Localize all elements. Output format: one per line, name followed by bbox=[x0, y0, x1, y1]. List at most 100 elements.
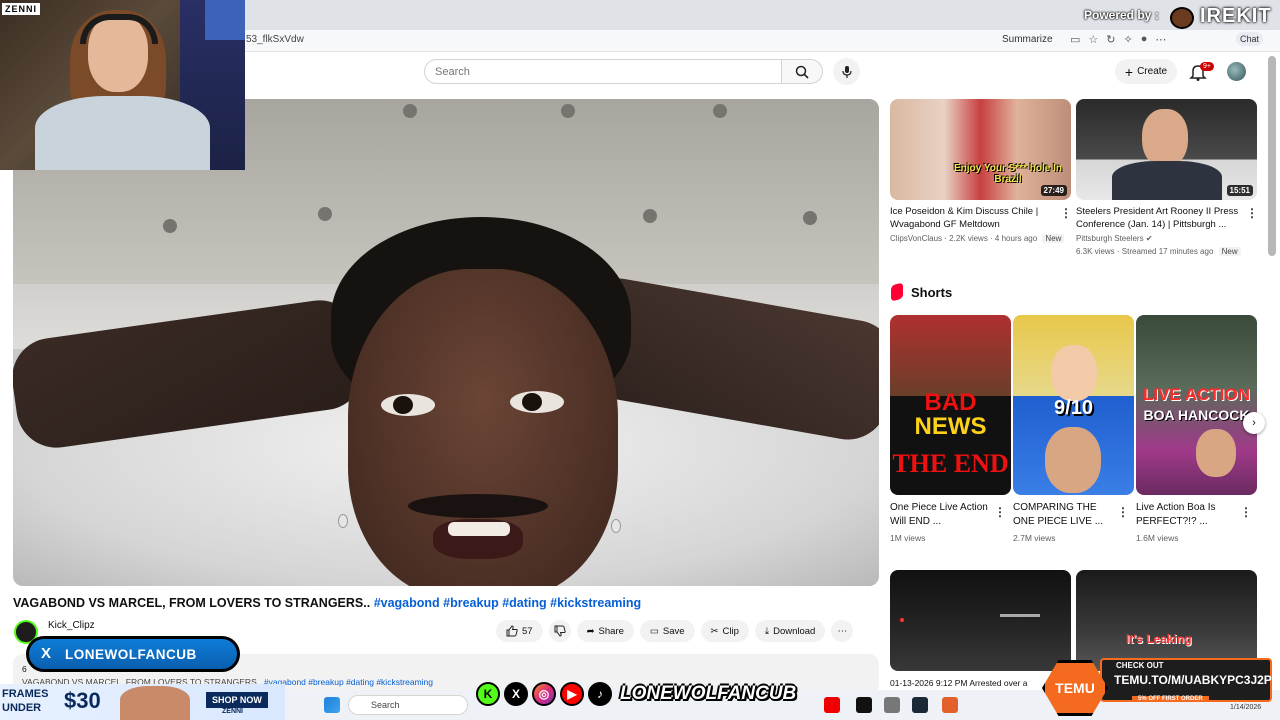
chat-button[interactable]: Chat bbox=[1236, 32, 1264, 46]
share-label: Share bbox=[598, 625, 624, 637]
short-thumb-text-3: THE END bbox=[892, 449, 1009, 478]
download-label: Download bbox=[773, 625, 816, 637]
video-title-hashtags[interactable]: #vagabond #breakup #dating #kickstreamin… bbox=[374, 596, 641, 610]
like-button[interactable]: 57 bbox=[496, 620, 543, 642]
save-button[interactable]: ▭ Save bbox=[639, 620, 695, 642]
netflix-app-icon[interactable] bbox=[856, 697, 872, 713]
clip-button[interactable]: ✂ Clip bbox=[700, 620, 749, 642]
reader-icon[interactable]: ▭ bbox=[1070, 33, 1080, 46]
more-actions-button[interactable]: ⋯ bbox=[831, 620, 854, 642]
related-video-title[interactable]: 01-13-2026 9:12 PM Arrested over a bbox=[890, 678, 1028, 688]
extension-icon[interactable]: ✧ bbox=[1124, 33, 1133, 46]
clip-label: Clip bbox=[722, 625, 739, 637]
related-video-thumbnail[interactable]: Enjoy Your S*** hole In Brazil 27:49 bbox=[890, 99, 1071, 200]
headboard-tuft bbox=[643, 209, 657, 223]
taskbar-search[interactable]: Search bbox=[348, 695, 468, 715]
short-title[interactable]: COMPARING THE ONE PIECE LIVE ... bbox=[1013, 501, 1113, 529]
share-button[interactable]: ➦ Share bbox=[576, 620, 634, 642]
steam-app-icon[interactable] bbox=[912, 697, 928, 713]
short-thumbnail[interactable]: LIVE ACTION BOA HANCOCK bbox=[1136, 315, 1257, 495]
short-title[interactable]: One Piece Live Action Will END ... bbox=[890, 501, 990, 529]
headboard-tuft bbox=[803, 211, 817, 225]
frames-ad-text-1: FRAMES bbox=[2, 688, 49, 700]
more-vertical-icon[interactable]: ⋮ bbox=[994, 505, 1006, 519]
search-input[interactable] bbox=[425, 60, 781, 83]
summarize-button[interactable]: Summarize bbox=[1002, 34, 1053, 45]
short-thumbnail[interactable]: BAD NEWS THE END bbox=[890, 315, 1011, 495]
create-button[interactable]: + Create bbox=[1115, 59, 1177, 84]
related-video-meta: 6.3K views · Streamed 17 minutes ago New bbox=[1076, 247, 1241, 256]
thumbnail-overlay-text: It's Leaking bbox=[1126, 632, 1192, 646]
new-badge: New bbox=[1218, 247, 1241, 256]
windows-start-icon[interactable] bbox=[324, 697, 340, 713]
plus-icon: + bbox=[1124, 63, 1134, 80]
search-button[interactable] bbox=[781, 59, 823, 84]
more-vertical-icon[interactable]: ⋮ bbox=[1246, 206, 1258, 220]
right-eye bbox=[510, 391, 564, 413]
notification-count-badge: 9+ bbox=[1200, 62, 1214, 71]
temu-url: TEMU.TO/M/UABKYPC3J2P bbox=[1114, 673, 1272, 687]
kick-icon: K bbox=[476, 682, 500, 706]
views-and-age: 6.3K views · Streamed 17 minutes ago bbox=[1076, 247, 1214, 256]
shorts-heading: Shorts bbox=[891, 282, 953, 302]
shorts-label: Shorts bbox=[911, 284, 953, 300]
teeth bbox=[448, 522, 510, 536]
shop-now-button[interactable]: SHOP NOW bbox=[206, 692, 268, 708]
profile-icon[interactable]: ● bbox=[1141, 33, 1148, 46]
headboard-tuft bbox=[163, 219, 177, 233]
headboard-tuft bbox=[713, 104, 727, 118]
save-label: Save bbox=[662, 625, 685, 637]
related-video-title[interactable]: Ice Poseidon & Kim Discuss Chile | Wvaga… bbox=[890, 205, 1058, 231]
channel-name[interactable]: Pittsburgh Steelers bbox=[1076, 234, 1144, 243]
download-button[interactable]: ⤓ Download bbox=[754, 620, 826, 642]
download-icon: ⤓ bbox=[764, 625, 770, 637]
url-text[interactable]: 53_flkSxVdw bbox=[246, 34, 304, 45]
taskbar-search-label: Search bbox=[371, 700, 400, 710]
more-vertical-icon[interactable]: ⋮ bbox=[1060, 206, 1072, 220]
related-video-title[interactable]: Steelers President Art Rooney II Press C… bbox=[1076, 205, 1246, 231]
right-earring bbox=[611, 519, 621, 533]
star-icon[interactable]: ☆ bbox=[1088, 33, 1098, 46]
x-icon: X bbox=[504, 682, 528, 706]
irekit-logo: IREKIT bbox=[1200, 5, 1272, 27]
actor-face bbox=[1045, 427, 1101, 493]
more-vertical-icon[interactable]: ⋮ bbox=[1240, 505, 1252, 519]
description-hashtags[interactable]: #vagabond #breakup #dating #kickstreamin… bbox=[264, 677, 433, 687]
road-light bbox=[1000, 614, 1040, 617]
related-video-thumbnail[interactable]: 15:51 bbox=[1076, 99, 1257, 200]
bookmark-icon: ▭ bbox=[649, 625, 659, 637]
app-icon[interactable] bbox=[884, 697, 900, 713]
voice-search-button[interactable] bbox=[833, 58, 860, 85]
channel-name[interactable]: Kick_Clipz bbox=[48, 620, 95, 631]
search-icon bbox=[795, 65, 809, 79]
chevron-right-icon: › bbox=[1252, 417, 1256, 429]
browser-app-icon[interactable] bbox=[942, 697, 958, 713]
more-vertical-icon[interactable]: ⋮ bbox=[1117, 505, 1129, 519]
video-player[interactable] bbox=[13, 99, 879, 586]
menu-icon[interactable]: ⋯ bbox=[1155, 33, 1166, 46]
zenni-ad-brand: ZENNI bbox=[222, 708, 243, 715]
dislike-button[interactable] bbox=[548, 620, 571, 642]
short-thumbnail[interactable]: 9/10 bbox=[1013, 315, 1134, 495]
shorts-next-button[interactable]: › bbox=[1243, 412, 1265, 434]
microphone-icon bbox=[841, 65, 852, 78]
left-eye bbox=[381, 394, 435, 416]
temu-ad[interactable]: CHECK OUT TEMU.TO/M/UABKYPC3J2P 5% OFF F… bbox=[1042, 652, 1274, 716]
channel-name[interactable]: ClipsVonClaus bbox=[890, 234, 942, 243]
lonewolf-banner: X LONEWOLFANCUB bbox=[26, 636, 240, 672]
zenni-ad-banner[interactable]: FRAMES UNDER $30 SHOP NOW ZENNI bbox=[0, 684, 285, 720]
refresh-icon[interactable]: ↻ bbox=[1106, 33, 1115, 46]
ad-model-face bbox=[120, 686, 190, 720]
page-scrollbar[interactable] bbox=[1268, 56, 1276, 256]
youtube-app-icon[interactable] bbox=[824, 697, 840, 713]
short-title[interactable]: Live Action Boa Is PERFECT?!? ... bbox=[1136, 501, 1236, 529]
account-avatar[interactable] bbox=[1227, 62, 1246, 81]
new-badge: New bbox=[1042, 234, 1065, 243]
short-views: 1.6M views bbox=[1136, 533, 1179, 543]
social-handle: LONEWOLFANCUB bbox=[620, 683, 797, 704]
browser-toolbar-icons: ▭ ☆ ↻ ✧ ● ⋯ bbox=[1070, 33, 1166, 46]
screen: { "browser": { "url": "53_flkSxVdw", "su… bbox=[0, 0, 1280, 720]
scissors-icon: ✂ bbox=[710, 625, 719, 637]
search-box[interactable] bbox=[424, 59, 782, 84]
headboard-tuft bbox=[318, 207, 332, 221]
